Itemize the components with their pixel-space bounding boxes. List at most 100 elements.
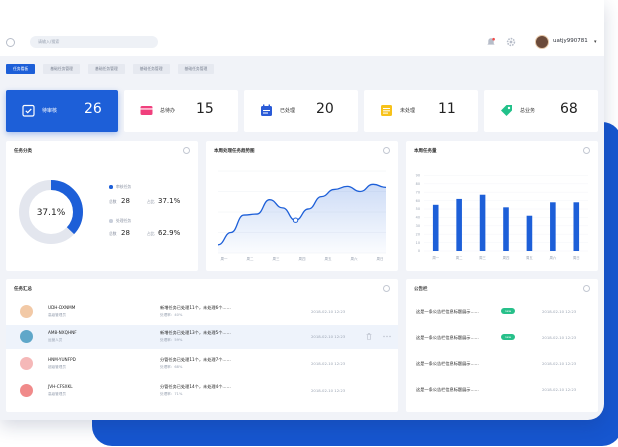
weekly-volume-panel: 本周任务量 0 10 20 30 40 50 60 70 80 90 周一 周二 周三 周四 周五 周六 周日 [406, 141, 598, 271]
avatar [20, 384, 33, 397]
trend-chart: 周一 周二 周三 周四 周五 周六 周日 [217, 170, 387, 261]
notice-date: 2018-02-10 12:23 [542, 309, 577, 314]
list-item[interactable]: 这是一条公告栏信息标题展示…… 2018-02-10 12:23 [406, 378, 598, 402]
panel-title: 任务汇总 [14, 287, 32, 292]
pct-value: 37.1% [158, 197, 181, 205]
avatar [20, 357, 33, 370]
legend-dot-processing [109, 219, 113, 223]
notice-title: 这是一条公告栏信息标题展示…… [416, 361, 479, 366]
chevron-down-icon[interactable]: ▾ [594, 39, 597, 45]
area-fill [218, 184, 386, 253]
bar [526, 215, 533, 251]
stat-card-total-todo[interactable]: 总待办 15 [124, 90, 238, 132]
x-tick-label: 周二 [247, 256, 254, 261]
stat-card-unprocessed[interactable]: 未处理 11 [364, 90, 478, 132]
avatar [20, 305, 33, 318]
task-role: 高级管理员 [48, 392, 66, 396]
task-category-panel: 任务分类 37.1% 审核任务 总数 28 占比 37.1% 处理任务 总数 2… [6, 141, 198, 271]
options-icon[interactable] [383, 285, 390, 292]
stat-value: 68 [560, 101, 578, 117]
y-tick-label: 80 [416, 182, 420, 186]
stat-label: 总待办 [160, 108, 176, 114]
tag-icon [501, 105, 512, 116]
avatar [20, 330, 33, 343]
bar-chart: 0 10 20 30 40 50 60 70 80 90 周一 周二 周三 周四 周五 周六 周日 [416, 174, 588, 260]
x-tick-label: 周四 [503, 255, 510, 260]
tab-basic-task-4[interactable]: 基础任务管理 [177, 64, 215, 74]
menu-toggle-icon[interactable] [6, 38, 15, 47]
stat-label: 未处理 [400, 108, 416, 114]
table-row[interactable]: UDH-DXNMM 高级管理员 新增任务已处理11个，未处理6个…… 处理率：4… [6, 300, 398, 324]
task-message: 新增任务已处理11个，未处理6个…… [160, 305, 231, 310]
username[interactable]: uatjy990781 [553, 38, 588, 44]
task-role: 高级管理员 [48, 313, 66, 317]
tab-task-board[interactable]: 任务看板 [6, 64, 36, 74]
task-date: 2018-02-10 12:23 [311, 334, 346, 339]
legend-dot-review [109, 185, 113, 189]
table-row[interactable]: HNM-YUNFPD 超级管理员 分管任务已处理11个，未处理7个…… 处理率：… [6, 352, 398, 376]
notice-date: 2018-02-10 12:23 [542, 387, 577, 392]
table-row[interactable]: JVH-CFSXKL 高级管理员 分管任务已处理14个，未处理4个…… 处理率：… [6, 379, 398, 403]
task-rate: 处理率：68% [160, 365, 183, 369]
list-item[interactable]: 这是一条公告栏信息标题展示…… new 2018-02-10 12:23 [406, 326, 598, 350]
stat-value: 20 [316, 101, 334, 117]
stat-value: 11 [438, 101, 456, 117]
table-row[interactable]: AM8-NXQHNF 运营人员 新增任务已处理13个，未处理5个…… 处理率：5… [6, 325, 398, 349]
more-icon[interactable] [383, 335, 391, 338]
card-icon [140, 106, 153, 115]
y-tick-label: 20 [416, 232, 420, 236]
list-item[interactable]: 这是一条公告栏信息标题展示…… 2018-02-10 12:23 [406, 352, 598, 376]
search-input[interactable]: 请输入/搜索 [30, 36, 158, 48]
y-tick-label: 50 [416, 207, 420, 211]
x-tick-label: 周日 [377, 256, 384, 261]
bell-icon[interactable] [486, 37, 496, 47]
legend-name: 处理任务 [116, 218, 132, 223]
tab-basic-task-3[interactable]: 基础任务管理 [132, 64, 170, 74]
x-tick-label: 周六 [351, 256, 359, 261]
calendar-icon [261, 104, 272, 116]
notice-panel: 公告栏 这是一条公告栏信息标题展示…… new 2018-02-10 12:23… [406, 279, 598, 412]
task-code: JVH-CFSXKL [48, 384, 73, 389]
task-role: 超级管理员 [48, 365, 66, 369]
stat-card-pending-review[interactable]: 待审核 26 [6, 90, 118, 132]
x-tick-label: 周一 [221, 256, 228, 261]
highlight-point [292, 217, 299, 223]
notice-date: 2018-02-10 12:23 [542, 361, 577, 366]
trash-icon[interactable] [366, 333, 372, 340]
tab-basic-task-2[interactable]: 基础任务管理 [87, 64, 125, 74]
stat-value: 15 [196, 101, 214, 117]
task-rate: 处理率：71% [160, 392, 183, 396]
pct-value: 62.9% [158, 229, 181, 237]
new-badge: new [501, 334, 515, 340]
stat-label: 已处理 [280, 108, 296, 114]
count-value: 28 [121, 197, 130, 205]
options-icon[interactable] [583, 285, 590, 292]
x-tick-label: 周三 [273, 256, 281, 261]
task-rate: 处理率：59% [160, 338, 183, 342]
stat-card-processed[interactable]: 已处理 20 [244, 90, 358, 132]
pct-label: 占比 [147, 199, 155, 204]
list-item[interactable]: 这是一条公告栏信息标题展示…… new 2018-02-10 12:23 [406, 300, 598, 324]
stat-label: 待审核 [42, 108, 58, 114]
task-message: 分管任务已处理11个，未处理7个…… [160, 357, 231, 362]
y-tick-label: 90 [416, 174, 420, 178]
check-icon [22, 104, 35, 117]
task-date: 2018-02-10 12:23 [311, 309, 346, 314]
donut-chart: 37.1% [19, 180, 83, 244]
stat-label: 总业务 [520, 108, 536, 114]
donut-center-label: 37.1% [37, 208, 66, 218]
notice-title: 这是一条公告栏信息标题展示…… [416, 335, 479, 340]
avatar[interactable] [535, 35, 549, 49]
gear-icon[interactable] [506, 37, 516, 47]
x-tick-label: 周一 [432, 255, 439, 260]
tab-basic-task-1[interactable]: 基础任务管理 [43, 64, 80, 74]
stat-card-total-business[interactable]: 总业务 68 [484, 90, 598, 132]
list-icon [381, 105, 392, 116]
notice-date: 2018-02-10 12:23 [542, 335, 577, 340]
count-label: 总数 [109, 231, 117, 236]
count-value: 28 [121, 229, 130, 237]
task-code: HNM-YUNFPD [48, 357, 76, 362]
x-tick-label: 周日 [573, 255, 580, 260]
stage: 请输入/搜索 uatjy990781 ▾ 任务看板 基础任务管理 基础任务管理 … [0, 0, 618, 447]
options-icon[interactable] [183, 147, 190, 154]
